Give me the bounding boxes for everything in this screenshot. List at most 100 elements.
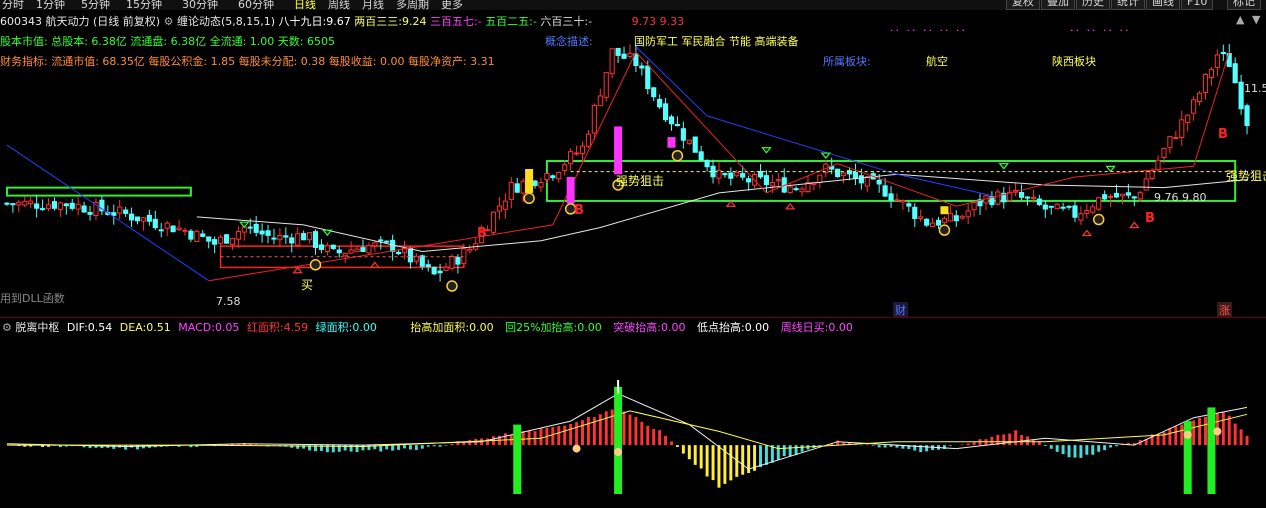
candle-body (1036, 198, 1042, 205)
candle (87, 206, 93, 221)
candle-body (704, 159, 710, 168)
candle (1001, 187, 1007, 209)
candle-body (852, 171, 859, 179)
candle-body (425, 264, 431, 268)
candle (1036, 194, 1042, 207)
candle-body (395, 251, 402, 255)
candle (28, 195, 34, 209)
candle (1102, 190, 1108, 201)
candle-body (579, 145, 586, 154)
candle-body (407, 247, 414, 263)
candle (662, 97, 669, 123)
candle-body (39, 208, 46, 211)
candle-body (128, 213, 135, 221)
candle (585, 130, 592, 149)
candle-body (769, 181, 775, 187)
candle (306, 232, 313, 244)
candle (983, 193, 989, 211)
up-arrow-icon-5 (1129, 221, 1140, 229)
candle (45, 198, 52, 212)
signal-bar-1 (566, 176, 575, 204)
candle-body (787, 186, 793, 193)
candle (235, 226, 241, 248)
macd-title[interactable]: 脱离中枢 (15, 321, 59, 334)
candle (336, 246, 342, 258)
hand-pointer-icon-0 (572, 444, 581, 453)
candle-body (146, 214, 152, 222)
candle-body (188, 230, 194, 240)
candle (1060, 202, 1066, 211)
candle-body (63, 203, 69, 207)
candle-body (449, 256, 455, 269)
red-area-value: 4.59 (283, 321, 309, 334)
candle-body (502, 200, 508, 210)
candle-body (1137, 192, 1143, 200)
candle (200, 230, 206, 238)
rise-marker[interactable]: 涨 (1217, 302, 1232, 318)
candle (342, 252, 348, 263)
down-arrow-icon-7 (322, 229, 333, 237)
finance-marker[interactable]: 财 (893, 302, 908, 318)
candle-body (698, 151, 704, 161)
candle (348, 241, 354, 255)
candle (437, 263, 443, 282)
candle (1125, 183, 1131, 199)
candle (111, 204, 117, 225)
candle-body (888, 193, 894, 201)
candle (568, 148, 574, 171)
candle (1054, 203, 1060, 210)
candle-body (490, 211, 497, 233)
candle (775, 173, 781, 187)
coin-icon-4 (938, 224, 951, 236)
candle (929, 217, 936, 228)
candle (283, 227, 289, 244)
candle-body (312, 231, 319, 248)
candle (372, 240, 378, 252)
candle-body (496, 205, 503, 212)
candle-body (734, 171, 740, 177)
candle-body (846, 170, 853, 175)
candle (467, 244, 473, 254)
candle (1048, 205, 1054, 215)
candle (793, 186, 799, 192)
candle (212, 236, 218, 254)
price-chart[interactable] (0, 0, 1266, 318)
candle-body (111, 212, 117, 216)
candle (330, 244, 336, 251)
candle-body (965, 210, 971, 218)
candle-body (158, 229, 164, 232)
candle-body (372, 242, 378, 247)
down-arrow-icon-10 (998, 163, 1010, 170)
candle-body (419, 255, 425, 267)
green-area-label: 绿面积: (315, 321, 353, 334)
candle (989, 191, 995, 208)
candle (75, 196, 81, 216)
candle (817, 174, 823, 189)
candle (34, 194, 40, 218)
candle (799, 186, 805, 197)
candle-body (75, 203, 81, 210)
candle-body (674, 123, 681, 127)
candle-body (929, 222, 936, 228)
candle-body (1113, 192, 1120, 198)
red-area-label: 红面积: (246, 321, 284, 334)
macd-gear-icon[interactable]: ⚙ (2, 321, 12, 334)
dea-label: DEA: (119, 321, 147, 334)
low-price-label: 7.58 (216, 295, 241, 308)
candle (835, 168, 841, 178)
candle (852, 163, 859, 186)
candle-body (176, 227, 182, 231)
candle-body (200, 233, 206, 237)
candle (93, 198, 99, 221)
green-signal-bar-2 (1183, 421, 1192, 494)
candle-body (134, 216, 141, 222)
candle-body (1167, 136, 1173, 149)
macd-label: MACD: (178, 321, 215, 334)
candle-body (508, 182, 514, 201)
candle-body (140, 217, 147, 222)
candle-body (757, 170, 764, 178)
candle (164, 220, 170, 237)
candle (1238, 74, 1244, 115)
candle-body (235, 231, 241, 240)
candle-body (935, 219, 942, 226)
